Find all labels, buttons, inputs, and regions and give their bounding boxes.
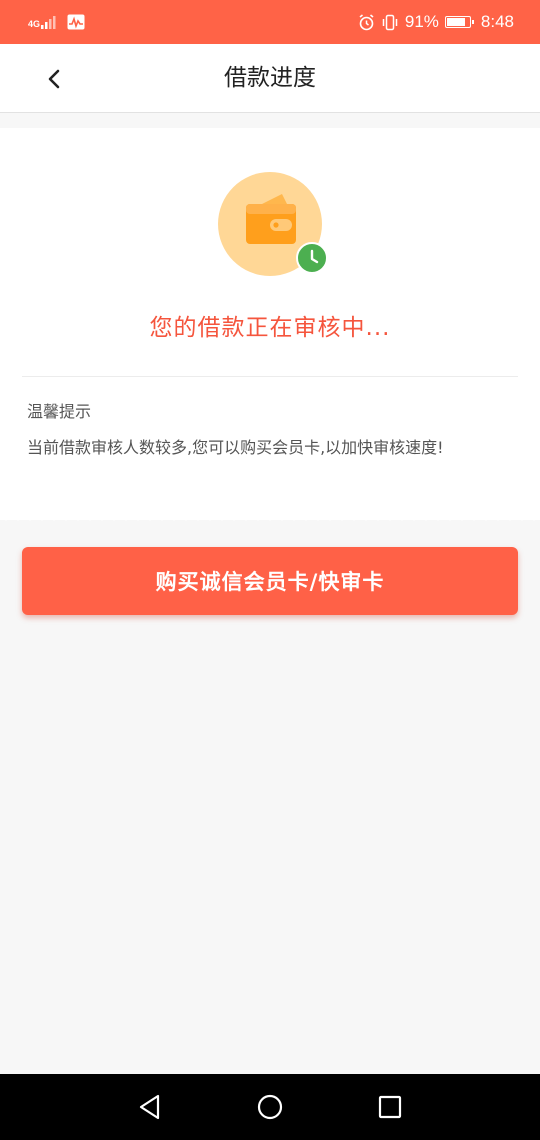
home-circle-icon[interactable] <box>252 1089 288 1125</box>
status-bar-left: 4G <box>28 14 85 30</box>
buy-membership-card-button[interactable]: 购买诚信会员卡/快审卡 <box>22 547 518 615</box>
app-header: 借款进度 <box>0 44 540 113</box>
vibrate-icon <box>382 14 398 30</box>
battery-icon <box>444 16 474 28</box>
signal-icon: 4G <box>28 15 59 29</box>
card-zigzag-edge <box>0 514 540 521</box>
status-time: 8:48 <box>480 12 514 31</box>
back-triangle-icon[interactable] <box>132 1089 168 1125</box>
tip-text: 当前借款审核人数较多,您可以购买会员卡,以加快审核速度! <box>27 438 444 457</box>
tip-title: 温馨提示 <box>27 402 92 421</box>
battery-percent: 91% <box>404 12 439 31</box>
clock-icon <box>296 242 328 274</box>
recent-square-icon[interactable] <box>372 1089 408 1125</box>
status-bar-right: 91% 8:48 <box>358 12 514 32</box>
divider <box>22 376 518 377</box>
status-bar: 4G 91% 8:48 <box>0 0 540 44</box>
network-type: 4G <box>28 19 41 29</box>
chevron-left-icon[interactable] <box>46 68 62 90</box>
activity-monitor-icon <box>67 14 85 30</box>
loan-status-card: 您的借款正在审核中... 温馨提示 当前借款审核人数较多,您可以购买会员卡,以加… <box>0 128 540 520</box>
page-title: 借款进度 <box>224 65 316 91</box>
wallet-illustration <box>218 172 330 276</box>
alarm-icon <box>359 13 374 30</box>
review-status-message: 您的借款正在审核中... <box>149 315 391 341</box>
system-nav-bar <box>0 1074 540 1140</box>
back-button[interactable] <box>36 61 72 97</box>
